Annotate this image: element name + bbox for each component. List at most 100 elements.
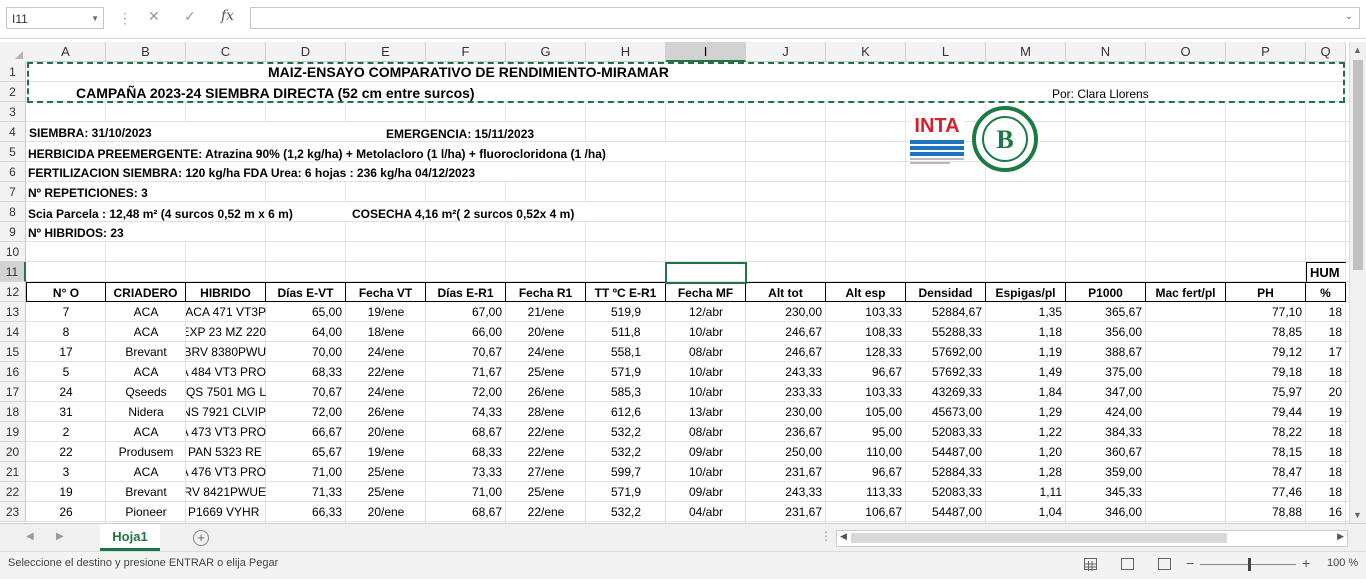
row-header[interactable]: 10: [0, 242, 26, 262]
table-cell[interactable]: 43269,33: [906, 382, 986, 402]
row-header[interactable]: 21: [0, 462, 26, 482]
table-cell[interactable]: 68,67: [426, 422, 506, 442]
table-cell[interactable]: [1146, 502, 1226, 522]
table-cell[interactable]: 20: [1306, 382, 1346, 402]
table-cell[interactable]: 24/ene: [346, 342, 426, 362]
column-header[interactable]: D: [266, 42, 346, 62]
insert-function-icon[interactable]: fx: [221, 8, 234, 24]
table-cell[interactable]: 230,00: [746, 402, 826, 422]
table-cell[interactable]: 77,10: [1226, 302, 1306, 322]
table-cell[interactable]: 375,00: [1066, 362, 1146, 382]
table-cell[interactable]: [1146, 462, 1226, 482]
table-cell[interactable]: 66,67: [266, 422, 346, 442]
row-header[interactable]: 19: [0, 422, 26, 442]
scroll-right-icon[interactable]: ▶: [1337, 531, 1344, 542]
table-cell[interactable]: 04/abr: [666, 502, 746, 522]
table-cell[interactable]: 1,19: [986, 342, 1066, 362]
table-cell[interactable]: 19/ene: [346, 302, 426, 322]
column-header[interactable]: E: [346, 42, 426, 62]
table-cell[interactable]: Brevant: [106, 482, 186, 502]
table-cell[interactable]: 70,00: [266, 342, 346, 362]
table-cell[interactable]: 08/abr: [666, 342, 746, 362]
table-cell[interactable]: 233,33: [746, 382, 826, 402]
table-cell[interactable]: 25/ene: [346, 462, 426, 482]
table-cell[interactable]: 20/ene: [346, 502, 426, 522]
column-header[interactable]: G: [506, 42, 586, 62]
table-cell[interactable]: 246,67: [746, 322, 826, 342]
table-cell[interactable]: 19/ene: [346, 442, 426, 462]
column-header[interactable]: Q: [1306, 42, 1346, 62]
table-cell[interactable]: Produsem: [106, 442, 186, 462]
table-cell[interactable]: 585,3: [586, 382, 666, 402]
drag-handle-icon[interactable]: ⋮: [118, 10, 132, 27]
expand-chevron-icon[interactable]: ⌄: [1345, 11, 1353, 22]
table-cell[interactable]: Pioneer: [106, 502, 186, 522]
table-cell[interactable]: 52083,33: [906, 482, 986, 502]
table-cell[interactable]: 388,67: [1066, 342, 1146, 362]
table-cell[interactable]: 78,15: [1226, 442, 1306, 462]
table-cell[interactable]: 24/ene: [346, 382, 426, 402]
table-cell[interactable]: 52884,67: [906, 302, 986, 322]
confirm-icon[interactable]: ✓: [184, 8, 196, 25]
table-cell[interactable]: 71,67: [426, 362, 506, 382]
page-layout-icon[interactable]: [1121, 558, 1134, 570]
table-header-cell[interactable]: HIBRIDO: [186, 282, 266, 302]
table-cell[interactable]: 13/abr: [666, 402, 746, 422]
table-cell[interactable]: 384,33: [1066, 422, 1146, 442]
table-cell[interactable]: 22/ene: [506, 502, 586, 522]
table-cell[interactable]: [1146, 342, 1226, 362]
scroll-down-icon[interactable]: ▼: [1353, 510, 1362, 520]
table-cell[interactable]: 09/abr: [666, 482, 746, 502]
table-header-cell[interactable]: Días E-R1: [426, 282, 506, 302]
zoom-level[interactable]: 100 %: [1327, 557, 1358, 569]
zoom-in-button[interactable]: +: [1302, 555, 1310, 571]
table-cell[interactable]: 74,33: [426, 402, 506, 422]
table-header-cell[interactable]: %: [1306, 282, 1346, 302]
table-cell[interactable]: ACA: [106, 422, 186, 442]
table-cell[interactable]: QS 7501 MG L: [186, 382, 266, 402]
table-cell[interactable]: Brevant: [106, 342, 186, 362]
table-cell[interactable]: 10/abr: [666, 322, 746, 342]
table-cell[interactable]: 70,67: [266, 382, 346, 402]
select-all-button[interactable]: [0, 42, 27, 63]
table-cell[interactable]: 18: [1306, 302, 1346, 322]
column-header[interactable]: P: [1226, 42, 1306, 62]
table-cell[interactable]: ACA 476 VT3 PRO: [186, 462, 266, 482]
table-cell[interactable]: 25/ene: [506, 362, 586, 382]
table-cell[interactable]: BRV 8421PWUE: [186, 482, 266, 502]
table-cell[interactable]: 52884,33: [906, 462, 986, 482]
table-cell[interactable]: 511,8: [586, 322, 666, 342]
table-cell[interactable]: 57692,00: [906, 342, 986, 362]
row-header[interactable]: 11: [0, 262, 26, 282]
table-cell[interactable]: PAN 5323 RE: [186, 442, 266, 462]
row-header[interactable]: 14: [0, 322, 26, 342]
table-cell[interactable]: P1669 VYHR: [186, 502, 266, 522]
table-cell[interactable]: 26/ene: [506, 382, 586, 402]
column-header[interactable]: M: [986, 42, 1066, 62]
table-cell[interactable]: 1,20: [986, 442, 1066, 462]
column-header[interactable]: C: [186, 42, 266, 62]
table-cell[interactable]: 1,84: [986, 382, 1066, 402]
table-cell[interactable]: 19: [26, 482, 106, 502]
table-cell[interactable]: 347,00: [1066, 382, 1146, 402]
column-header[interactable]: B: [106, 42, 186, 62]
column-header[interactable]: L: [906, 42, 986, 62]
table-cell[interactable]: 5: [26, 362, 106, 382]
normal-view-icon[interactable]: [1084, 558, 1097, 571]
table-cell[interactable]: 67,00: [426, 302, 506, 322]
row-header[interactable]: 2: [0, 82, 26, 102]
table-cell[interactable]: 08/abr: [666, 422, 746, 442]
scroll-up-icon[interactable]: ▲: [1353, 45, 1362, 55]
table-cell[interactable]: ACA: [106, 362, 186, 382]
table-cell[interactable]: 22/ene: [506, 422, 586, 442]
table-header-cell[interactable]: PH: [1226, 282, 1306, 302]
table-cell[interactable]: 09/abr: [666, 442, 746, 462]
table-cell[interactable]: ACA 473 VT3 PRO: [186, 422, 266, 442]
table-cell[interactable]: 18: [1306, 322, 1346, 342]
table-cell[interactable]: ACA 484 VT3 PRO: [186, 362, 266, 382]
table-cell[interactable]: 236,67: [746, 422, 826, 442]
row-header[interactable]: 20: [0, 442, 26, 462]
table-cell[interactable]: 72,00: [426, 382, 506, 402]
row-header[interactable]: 12: [0, 282, 26, 302]
zoom-slider-thumb[interactable]: [1248, 558, 1251, 571]
